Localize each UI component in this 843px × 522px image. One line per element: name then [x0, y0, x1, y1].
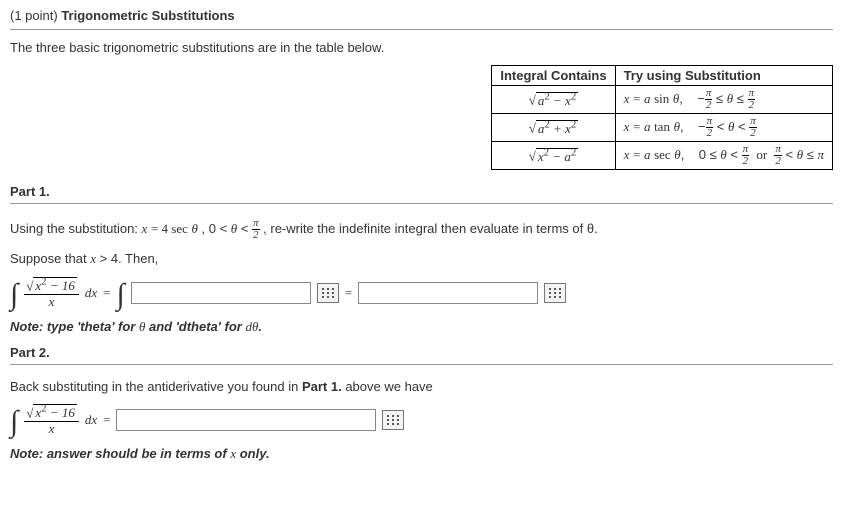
integrand-fraction: √x2 − 16 x	[24, 404, 79, 436]
part2-answer-input[interactable]	[116, 409, 376, 431]
keypad-icon[interactable]	[317, 283, 339, 303]
equals-sign: =	[103, 412, 110, 428]
part2-note: Note: answer should be in terms of x onl…	[10, 446, 833, 462]
part2-instr-bold: Part 1.	[302, 379, 342, 394]
part2-equation: ∫ √x2 − 16 x dx =	[10, 404, 833, 436]
equals-sign: =	[103, 285, 110, 301]
integral-icon: ∫	[116, 280, 124, 310]
table-row: √x2 − a2 x = a sec θ, 0 ≤ θ < π2 or π2 <…	[492, 142, 833, 170]
problem-title: Trigonometric Substitutions	[61, 8, 234, 23]
part1-instr-prefix: Using the substitution:	[10, 221, 142, 236]
cell-substitution: x = a sin θ, −π2 ≤ θ ≤ π2	[615, 86, 832, 114]
cell-contains: √x2 − a2	[492, 142, 615, 170]
col-header-contains: Integral Contains	[492, 66, 615, 86]
divider: Part 1.	[10, 184, 833, 204]
part1-suppose: Suppose that x > 4. Then,	[10, 251, 833, 267]
integral-icon: ∫	[10, 280, 18, 310]
part2-instr-a: Back substituting in the antiderivative …	[10, 379, 302, 394]
part2-label: Part 2.	[10, 345, 833, 364]
substitution-table-wrap: Integral Contains Try using Substitution…	[10, 65, 833, 170]
cell-substitution: x = a tan θ, −π2 < θ < π2	[615, 114, 832, 142]
equals-sign: =	[345, 285, 352, 301]
substitution-table: Integral Contains Try using Substitution…	[491, 65, 833, 170]
intro-text: The three basic trigonometric substituti…	[10, 40, 833, 55]
note-text: only.	[236, 446, 269, 461]
cell-contains: √a2 + x2	[492, 114, 615, 142]
dx-label: dx	[85, 412, 97, 428]
keypad-icon[interactable]	[544, 283, 566, 303]
dx-label: dx	[85, 285, 97, 301]
keypad-icon[interactable]	[382, 410, 404, 430]
integrand-fraction: √x2 − 16 x	[24, 277, 79, 309]
cell-contains: √a2 − x2	[492, 86, 615, 114]
table-row: √a2 − x2 x = a sin θ, −π2 ≤ θ ≤ π2	[492, 86, 833, 114]
part1-equation: ∫ √x2 − 16 x dx = ∫ =	[10, 277, 833, 309]
part1-integrand-input[interactable]	[131, 282, 311, 304]
table-header-row: Integral Contains Try using Substitution	[492, 66, 833, 86]
note-text: and 'dtheta' for	[145, 319, 245, 334]
part1-label: Part 1.	[10, 184, 833, 203]
note-text: .	[258, 319, 262, 334]
problem-header: (1 point) Trigonometric Substitutions	[10, 8, 833, 30]
part1-result-input[interactable]	[358, 282, 538, 304]
note-text: Note: answer should be in terms of	[10, 446, 230, 461]
divider: Part 2.	[10, 345, 833, 365]
point-value: (1 point)	[10, 8, 58, 23]
part1-note: Note: type 'theta' for θ and 'dtheta' fo…	[10, 319, 833, 335]
integral-icon: ∫	[10, 407, 18, 437]
note-text: Note: type 'theta' for	[10, 319, 139, 334]
part1-instr-suffix: , re-write the indefinite integral then …	[263, 221, 598, 236]
table-row: √a2 + x2 x = a tan θ, −π2 < θ < π2	[492, 114, 833, 142]
part2-instr-b: above we have	[342, 379, 433, 394]
part1-instructions: Using the substitution: x = 4 sec θ , 0 …	[10, 218, 833, 241]
part2-instructions: Back substituting in the antiderivative …	[10, 379, 833, 394]
col-header-substitution: Try using Substitution	[615, 66, 832, 86]
cell-substitution: x = a sec θ, 0 ≤ θ < π2 or π2 < θ ≤ π	[615, 142, 832, 170]
